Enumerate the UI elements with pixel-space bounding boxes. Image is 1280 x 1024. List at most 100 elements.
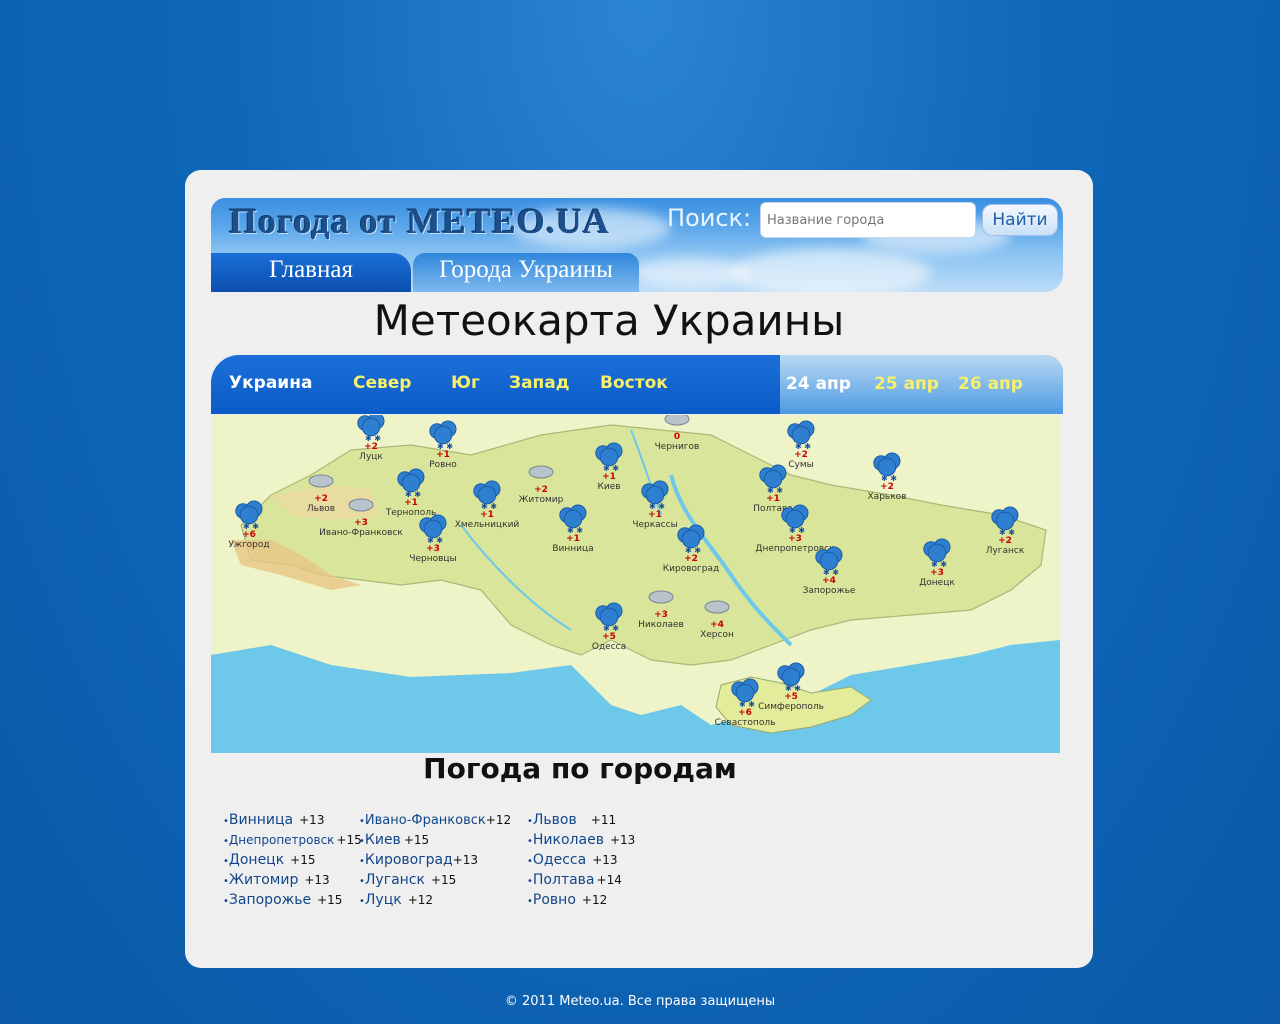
date-tab-26[interactable]: 26 апр xyxy=(958,374,1023,394)
region-tab-east[interactable]: Восток xyxy=(600,373,668,393)
map-city-temp: +4 xyxy=(710,620,724,630)
map-city-label: Винница xyxy=(552,544,593,554)
city-link[interactable]: Днепропетровск xyxy=(229,833,335,847)
city-temp: +13 xyxy=(304,873,330,887)
city-row: •Львов +11 xyxy=(527,812,635,832)
map-city-temp: +2 xyxy=(998,536,1012,546)
city-link[interactable]: Донецк xyxy=(229,852,284,868)
map-city-temp: +1 xyxy=(404,498,418,508)
map-city-label: Ужгород xyxy=(228,540,269,550)
search-label: Поиск: xyxy=(667,204,752,232)
map-city-temp: +1 xyxy=(436,450,450,460)
cloud-icon xyxy=(648,590,674,604)
map-city-label: Черновцы xyxy=(409,554,456,564)
city-temp: +13 xyxy=(609,833,636,847)
region-tab-south[interactable]: Юг xyxy=(451,373,480,393)
city-link[interactable]: Киев xyxy=(365,832,401,848)
city-temp: +13 xyxy=(452,853,479,867)
map-city-temp: +4 xyxy=(822,576,836,586)
cities-column-3: •Львов +11 •Николаев +13 •Одесса +13 •Полта… xyxy=(527,812,635,912)
footer-copyright: © 2011 Meteo.ua. Все права защищены xyxy=(504,994,776,1009)
city-link[interactable]: Винница xyxy=(229,812,293,828)
map-city-label: Севастополь xyxy=(715,718,776,728)
date-tab-25[interactable]: 25 апр xyxy=(874,374,939,394)
cloud-icon xyxy=(308,474,334,488)
city-link[interactable]: Луганск xyxy=(365,872,425,888)
city-link[interactable]: Одесса xyxy=(533,852,586,868)
map-city-label: Запорожье xyxy=(803,586,856,596)
map-city-label: Житомир xyxy=(519,495,564,505)
date-tab-24[interactable]: 24 апр xyxy=(786,374,851,394)
city-temp: +12 xyxy=(581,893,608,907)
map-city-temp: +1 xyxy=(602,472,616,482)
map-city-temp: +5 xyxy=(784,692,798,702)
map-city-label: Симферополь xyxy=(758,702,824,712)
map-city-label: Херсон xyxy=(700,630,734,640)
map-city-label: Донецк xyxy=(919,578,955,588)
map-city-label: Хмельницкий xyxy=(455,520,520,530)
city-link[interactable]: Житомир xyxy=(229,872,298,888)
map-city-temp: +3 xyxy=(354,518,368,528)
city-row: •Ровно +12 xyxy=(527,892,635,912)
city-row: •Житомир +13 xyxy=(223,872,362,892)
map-city-temp: +2 xyxy=(794,450,808,460)
map-city-temp: +2 xyxy=(684,554,698,564)
nav-tab-cities[interactable]: Города Украины xyxy=(413,253,639,292)
map-city-label: Чернигов xyxy=(655,442,700,452)
city-temp: +15 xyxy=(430,873,457,887)
city-temp: +15 xyxy=(336,833,362,847)
city-link[interactable]: Запорожье xyxy=(229,892,311,908)
map-city-temp: +3 xyxy=(426,544,440,554)
city-temp: +14 xyxy=(596,873,622,887)
city-row: •Кировоград+13 xyxy=(359,852,511,872)
weather-map: 0 Чернигов ✱ ✱ +2 Луцк ✱ ✱ +1 Ровно ✱ ✱ +2 Сумы +2 Л… xyxy=(211,415,1060,753)
city-link[interactable]: Николаев xyxy=(533,832,604,848)
city-temp: +15 xyxy=(317,893,343,907)
map-city-label: Ровно xyxy=(429,460,457,470)
map-city-temp: +3 xyxy=(788,534,802,544)
city-row: •Ивано-Франковск+12 xyxy=(359,812,511,832)
city-row: •Николаев +13 xyxy=(527,832,635,852)
city-link[interactable]: Луцк xyxy=(365,892,402,908)
map-city-label: Одесса xyxy=(592,642,626,652)
city-link[interactable]: Львов xyxy=(533,812,577,828)
map-city-temp: +1 xyxy=(648,510,662,520)
site-title[interactable]: Погода от METEO.UA xyxy=(229,200,610,242)
cloud-icon xyxy=(528,465,554,479)
search-button[interactable]: Найти xyxy=(982,204,1058,236)
map-city-label: Луцк xyxy=(359,452,383,462)
page-title: Метеокарта Украины xyxy=(373,296,845,345)
city-link[interactable]: Ивано-Франковск xyxy=(365,813,486,828)
city-temp: +15 xyxy=(290,853,316,867)
map-city-temp: +3 xyxy=(930,568,944,578)
search-input[interactable] xyxy=(760,202,976,238)
city-temp: +13 xyxy=(592,853,618,867)
city-link[interactable]: Кировоград xyxy=(365,852,453,868)
map-city-label: Ивано-Франковск xyxy=(319,528,403,538)
cities-section-title: Погода по городам xyxy=(423,752,737,785)
region-tab-west[interactable]: Запад xyxy=(509,373,570,393)
map-city-temp: +1 xyxy=(480,510,494,520)
cloud-icon xyxy=(704,600,730,614)
map-city-label: Николаев xyxy=(638,620,684,630)
city-row: •Винница +13 xyxy=(223,812,362,832)
city-link[interactable]: Полтава xyxy=(533,872,595,888)
city-link[interactable]: Ровно xyxy=(533,892,576,908)
city-temp: +13 xyxy=(299,813,325,827)
region-tab-ukraine[interactable]: Украина xyxy=(229,373,312,393)
map-city-label: Черкассы xyxy=(632,520,677,530)
map-city-label: Киев xyxy=(597,482,620,492)
map-city-temp: +1 xyxy=(566,534,580,544)
city-row: •Запорожье +15 xyxy=(223,892,362,912)
region-tab-north[interactable]: Север xyxy=(353,373,411,393)
map-city-temp: +2 xyxy=(314,494,328,504)
map-city-label: Луганск xyxy=(986,546,1025,556)
site-header: Погода от METEO.UA Поиск: Найти Главная … xyxy=(211,198,1063,292)
map-city-temp: +2 xyxy=(534,485,548,495)
map-city-temp: +6 xyxy=(242,530,256,540)
city-temp: +12 xyxy=(407,893,434,907)
city-temp: +15 xyxy=(403,833,430,847)
city-row: •Одесса +13 xyxy=(527,852,635,872)
nav-tab-home[interactable]: Главная xyxy=(211,253,411,292)
ukraine-map-svg: 0Чернигов✱ ✱+2Луцк✱ ✱+1Ровно✱ ✱+2Сумы+2Л… xyxy=(211,415,1060,753)
